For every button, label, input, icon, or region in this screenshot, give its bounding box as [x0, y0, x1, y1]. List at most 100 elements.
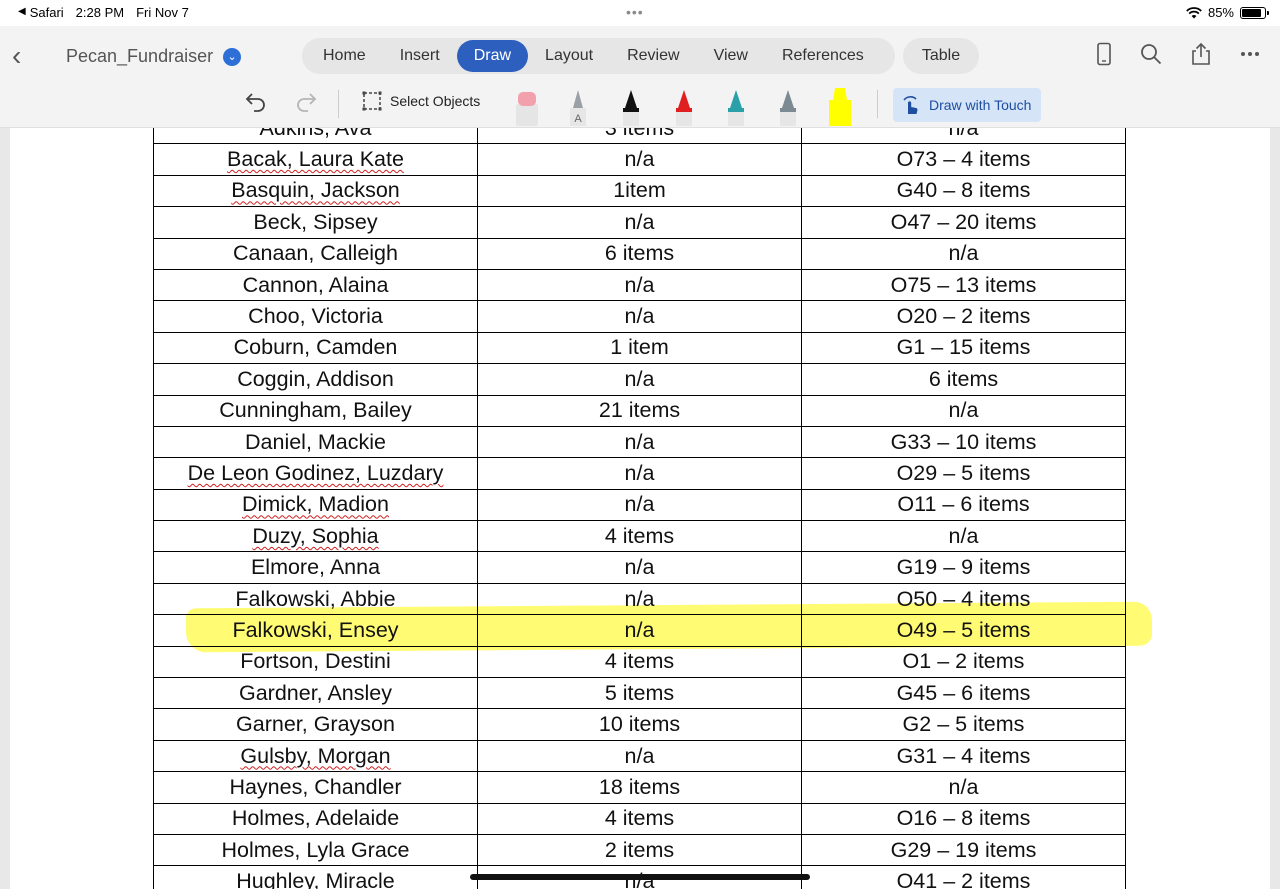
table-row[interactable]: Gulsby, Morgan n/a G31 – 4 items: [153, 739, 1126, 773]
items-cell-2[interactable]: 6 items: [801, 363, 1126, 396]
items-cell-1[interactable]: 2 items: [477, 833, 802, 867]
teal-pen-icon[interactable]: [721, 86, 751, 126]
items-cell-1[interactable]: 21 items: [477, 394, 802, 427]
more-icon[interactable]: [1240, 51, 1260, 57]
student-name-cell[interactable]: Falkowski, Abbie: [153, 582, 478, 616]
items-cell-1[interactable]: 3 items: [477, 128, 802, 145]
table-row[interactable]: Basquin, Jackson 1item G40 – 8 items: [153, 174, 1126, 208]
table-row[interactable]: Gardner, Ansley 5 items G45 – 6 items: [153, 677, 1126, 710]
items-cell-2[interactable]: G33 – 10 items: [801, 425, 1126, 459]
student-name-cell[interactable]: Gardner, Ansley: [153, 677, 478, 710]
table-row[interactable]: Garner, Grayson 10 items G2 – 5 items: [153, 708, 1126, 741]
table-row[interactable]: Coggin, Addison n/a 6 items: [153, 363, 1126, 396]
items-cell-2[interactable]: G45 – 6 items: [801, 677, 1126, 710]
items-cell-2[interactable]: G40 – 8 items: [801, 174, 1126, 208]
items-cell-1[interactable]: n/a: [477, 614, 802, 647]
student-name-cell[interactable]: Fortson, Destini: [153, 645, 478, 679]
student-name-cell[interactable]: Elmore, Anna: [153, 551, 478, 584]
items-cell-1[interactable]: n/a: [477, 363, 802, 396]
home-indicator[interactable]: [470, 874, 810, 880]
items-cell-1[interactable]: n/a: [477, 457, 802, 490]
share-icon[interactable]: [1190, 42, 1212, 66]
tab-references[interactable]: References: [765, 40, 881, 72]
items-cell-2[interactable]: O47 – 20 items: [801, 206, 1126, 239]
student-name-cell[interactable]: Cunningham, Bailey: [153, 394, 478, 427]
items-cell-2[interactable]: G1 – 15 items: [801, 331, 1126, 365]
items-cell-2[interactable]: G29 – 19 items: [801, 833, 1126, 867]
items-cell-1[interactable]: 6 items: [477, 237, 802, 270]
table-row[interactable]: Haynes, Chandler 18 items n/a: [153, 771, 1126, 804]
table-row[interactable]: De Leon Godinez, Luzdary n/a O29 – 5 items: [153, 457, 1126, 490]
tab-layout[interactable]: Layout: [528, 40, 610, 72]
items-cell-2[interactable]: G19 – 9 items: [801, 551, 1126, 584]
items-cell-1[interactable]: n/a: [477, 143, 802, 176]
table-row[interactable]: Cunningham, Bailey 21 items n/a: [153, 394, 1126, 427]
items-cell-1[interactable]: 4 items: [477, 802, 802, 835]
table-row[interactable]: Fortson, Destini 4 items O1 – 2 items: [153, 645, 1126, 679]
student-name-cell[interactable]: Gulsby, Morgan: [153, 739, 478, 773]
student-name-cell[interactable]: Canaan, Calleigh: [153, 237, 478, 270]
table-row[interactable]: Coburn, Camden 1 item G1 – 15 items: [153, 331, 1126, 365]
table-row[interactable]: Dimick, Madion n/a O11 – 6 items: [153, 488, 1126, 522]
select-objects-button[interactable]: Select Objects: [362, 91, 480, 111]
table-row[interactable]: Beck, Sipsey n/a O47 – 20 items: [153, 206, 1126, 239]
undo-icon[interactable]: [244, 90, 268, 114]
table-row[interactable]: Holmes, Adelaide 4 items O16 – 8 items: [153, 802, 1126, 835]
items-cell-2[interactable]: O20 – 2 items: [801, 300, 1126, 333]
student-name-cell[interactable]: Hughley, Miracle: [153, 865, 478, 889]
items-cell-1[interactable]: n/a: [477, 551, 802, 584]
items-cell-1[interactable]: n/a: [477, 206, 802, 239]
items-cell-2[interactable]: G31 – 4 items: [801, 739, 1126, 773]
tab-view[interactable]: View: [697, 40, 765, 72]
items-cell-1[interactable]: 18 items: [477, 771, 802, 804]
table-row[interactable]: Cannon, Alaina n/a O75 – 13 items: [153, 268, 1126, 302]
items-cell-2[interactable]: O1 – 2 items: [801, 645, 1126, 679]
student-name-cell[interactable]: Beck, Sipsey: [153, 206, 478, 239]
items-cell-2[interactable]: O11 – 6 items: [801, 488, 1126, 522]
items-cell-1[interactable]: 10 items: [477, 708, 802, 741]
items-cell-2[interactable]: G2 – 5 items: [801, 708, 1126, 741]
black-pen-icon[interactable]: [616, 86, 646, 126]
table-row[interactable]: Falkowski, Abbie n/a O50 – 4 items: [153, 582, 1126, 616]
items-cell-1[interactable]: n/a: [477, 582, 802, 616]
items-cell-1[interactable]: n/a: [477, 268, 802, 302]
tab-home[interactable]: Home: [306, 40, 383, 72]
items-cell-2[interactable]: n/a: [801, 394, 1126, 427]
student-name-cell[interactable]: Cannon, Alaina: [153, 268, 478, 302]
student-name-cell[interactable]: Bacak, Laura Kate: [153, 143, 478, 176]
items-cell-2[interactable]: n/a: [801, 771, 1126, 804]
student-name-cell[interactable]: Garner, Grayson: [153, 708, 478, 741]
table-row-highlighted[interactable]: Falkowski, Ensey n/a O49 – 5 items: [153, 614, 1126, 647]
student-name-cell[interactable]: De Leon Godinez, Luzdary: [153, 457, 478, 490]
student-name-cell[interactable]: Basquin, Jackson: [153, 174, 478, 208]
document-title[interactable]: Pecan_Fundraiser ⌄: [66, 46, 242, 67]
items-cell-1[interactable]: 1item: [477, 174, 802, 208]
student-name-cell[interactable]: Choo, Victoria: [153, 300, 478, 333]
document-page[interactable]: Adkins, Ava 3 items n/a Bacak, Laura Kate n/…: [10, 128, 1270, 889]
table-row[interactable]: Choo, Victoria n/a O20 – 2 items: [153, 300, 1126, 333]
table-row[interactable]: Bacak, Laura Kate n/a O73 – 4 items: [153, 143, 1126, 176]
table-row[interactable]: Holmes, Lyla Grace 2 items G29 – 19 items: [153, 833, 1126, 867]
student-name-cell[interactable]: Holmes, Adelaide: [153, 802, 478, 835]
tab-review[interactable]: Review: [610, 40, 696, 72]
student-name-cell[interactable]: Duzy, Sophia: [153, 520, 478, 553]
items-cell-2[interactable]: n/a: [801, 128, 1126, 145]
student-name-cell[interactable]: Haynes, Chandler: [153, 771, 478, 804]
items-cell-1[interactable]: 4 items: [477, 520, 802, 553]
student-name-cell[interactable]: Falkowski, Ensey: [153, 614, 478, 647]
tab-insert[interactable]: Insert: [383, 40, 457, 72]
search-icon[interactable]: [1140, 43, 1162, 65]
back-to-app-icon[interactable]: ◀: [18, 6, 26, 21]
red-pen-icon[interactable]: [669, 86, 699, 126]
items-cell-2[interactable]: O75 – 13 items: [801, 268, 1126, 302]
tab-table[interactable]: Table: [903, 38, 979, 74]
student-name-cell[interactable]: Daniel, Mackie: [153, 425, 478, 459]
items-cell-2[interactable]: O41 – 2 items: [801, 865, 1126, 889]
table-row[interactable]: Duzy, Sophia 4 items n/a: [153, 520, 1126, 553]
redo-icon[interactable]: [294, 90, 318, 114]
items-cell-2[interactable]: O50 – 4 items: [801, 582, 1126, 616]
table-row[interactable]: Elmore, Anna n/a G19 – 9 items: [153, 551, 1126, 584]
tab-draw[interactable]: Draw: [456, 40, 529, 72]
student-name-cell[interactable]: Holmes, Lyla Grace: [153, 833, 478, 867]
items-cell-2[interactable]: O49 – 5 items: [801, 614, 1126, 647]
